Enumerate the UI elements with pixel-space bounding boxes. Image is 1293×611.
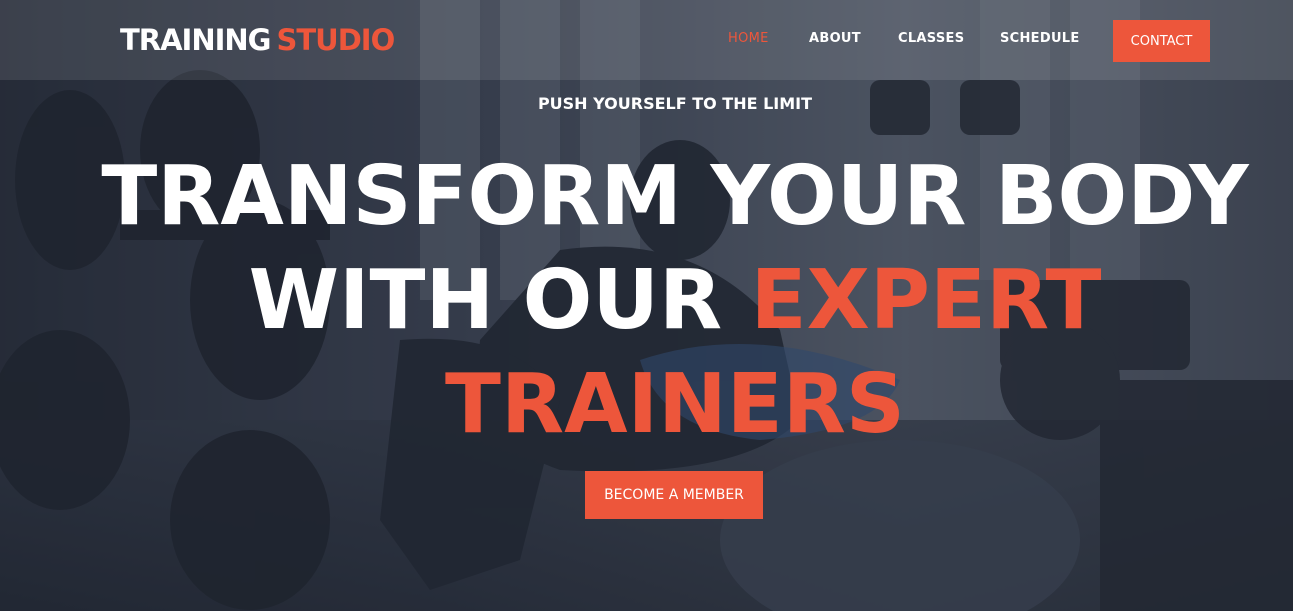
become-member-button[interactable]: BECOME A MEMBER (585, 471, 763, 519)
nav-item-schedule[interactable]: SCHEDULE (1000, 31, 1080, 46)
logo-text-accent: STUDIO (276, 23, 395, 57)
hero-tagline: PUSH YOURSELF TO THE LIMIT (537, 94, 813, 113)
nav-item-classes[interactable]: CLASSES (898, 31, 964, 46)
nav-item-about[interactable]: ABOUT (809, 31, 861, 46)
headline-line-2: WITH OUR EXPERT (90, 249, 1260, 353)
logo-text-primary: TRAINING (120, 23, 271, 57)
nav-item-home[interactable]: HOME (728, 31, 769, 46)
headline-line-3: TRAINERS (445, 357, 905, 452)
headline-line-2-white: WITH OUR (248, 253, 723, 348)
site-header: TRAINING STUDIO HOME ABOUT CLASSES SCHEDU… (0, 0, 1293, 80)
contact-button[interactable]: CONTACT (1113, 20, 1210, 62)
headline-line-1: TRANSFORM YOUR BODY (101, 149, 1249, 244)
hero-section: TRAINING STUDIO HOME ABOUT CLASSES SCHEDU… (0, 0, 1293, 611)
headline-line-2-accent: EXPERT (750, 253, 1102, 348)
hero-headline: TRANSFORM YOUR BODY WITH OUR EXPERT TRAI… (90, 145, 1260, 457)
site-logo[interactable]: TRAINING STUDIO (120, 22, 395, 58)
